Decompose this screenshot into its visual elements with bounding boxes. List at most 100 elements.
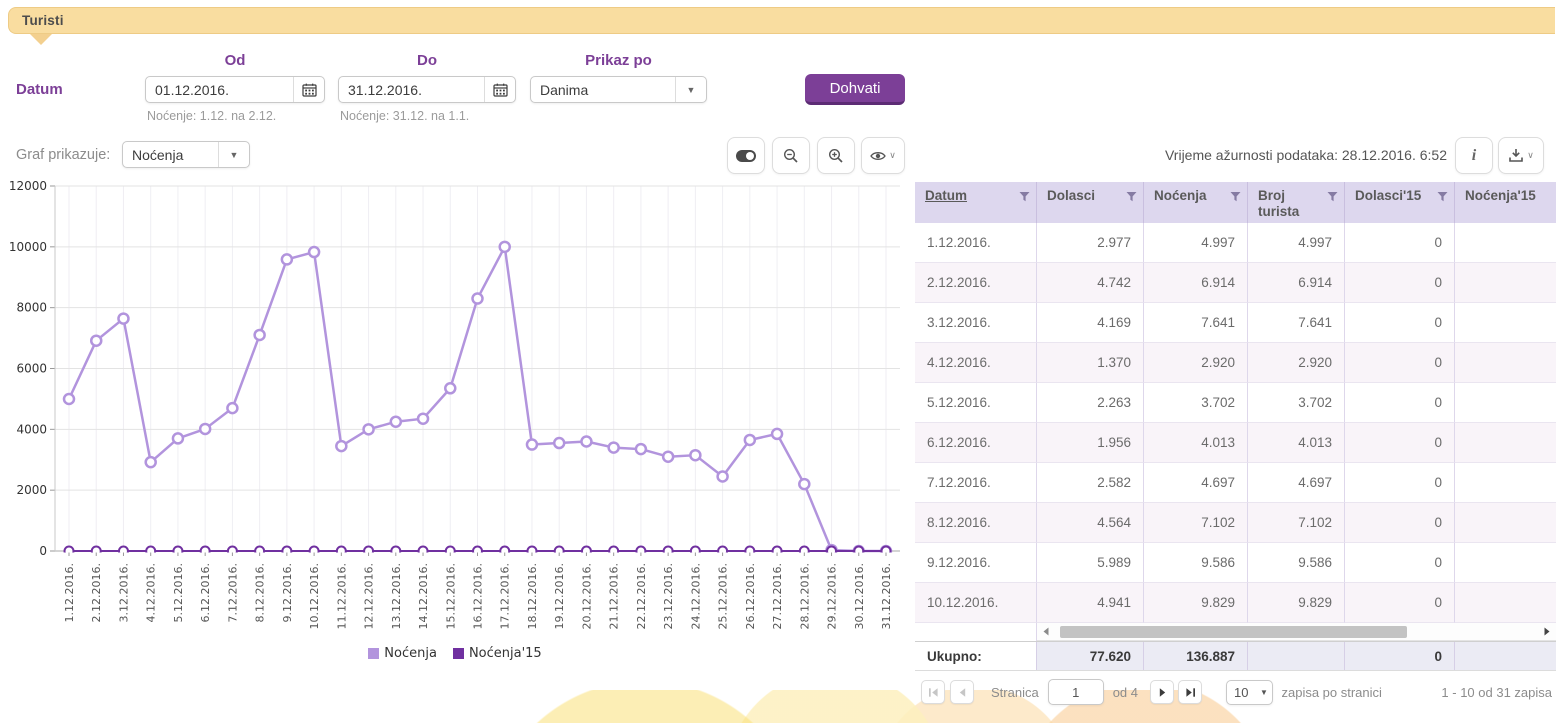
table-cell: 2.977 xyxy=(1037,223,1144,263)
table-row[interactable]: 9.12.2016.5.9899.5869.5860 xyxy=(915,543,1556,583)
chart-toggle-button[interactable] xyxy=(727,137,765,174)
date-to-calendar-button[interactable] xyxy=(484,77,515,102)
date-from-value: 01.12.2016. xyxy=(146,82,293,98)
date-from-input[interactable]: 01.12.2016. xyxy=(145,76,325,103)
zoom-out-button[interactable] xyxy=(772,137,810,174)
filter-icon[interactable] xyxy=(1126,191,1137,202)
table-cell xyxy=(1455,383,1556,423)
table-cell: 1.956 xyxy=(1037,423,1144,463)
svg-text:11.12.2016.: 11.12.2016. xyxy=(335,563,348,629)
zoom-in-button[interactable] xyxy=(817,137,855,174)
table-row[interactable]: 2.12.2016.4.7426.9146.9140 xyxy=(915,263,1556,303)
table-cell: 9.829 xyxy=(1144,583,1248,623)
data-point xyxy=(636,444,646,454)
last-page-button[interactable] xyxy=(1178,680,1202,704)
page-input[interactable] xyxy=(1048,679,1104,705)
svg-text:4000: 4000 xyxy=(16,422,47,436)
data-point xyxy=(309,247,319,257)
table-row[interactable]: 7.12.2016.2.5824.6974.6970 xyxy=(915,463,1556,503)
filter-icon[interactable] xyxy=(1327,191,1338,202)
svg-text:6.12.2016.: 6.12.2016. xyxy=(199,563,212,622)
table-cell: 4.564 xyxy=(1037,503,1144,543)
scroll-left-icon[interactable] xyxy=(1040,627,1052,636)
date-to-input[interactable]: 31.12.2016. xyxy=(338,76,516,103)
download-button[interactable]: ∨ xyxy=(1498,137,1544,174)
legend-item[interactable]: Noćenja xyxy=(368,646,437,661)
column-header-col2[interactable]: Noćenja xyxy=(1144,182,1248,223)
table-cell: 10.12.2016. xyxy=(915,583,1037,623)
prikaz-po-select[interactable]: Danima ▼ xyxy=(530,76,707,103)
table-row[interactable]: 4.12.2016.1.3702.9202.9200 xyxy=(915,343,1556,383)
table-cell xyxy=(1455,543,1556,583)
column-header-datum[interactable]: Datum xyxy=(915,182,1037,223)
info-button[interactable]: i xyxy=(1455,137,1493,174)
horizontal-scrollbar[interactable] xyxy=(1037,623,1556,641)
legend-item[interactable]: Noćenja'15 xyxy=(453,646,542,661)
data-point xyxy=(799,479,809,489)
column-header-label: Noćenja xyxy=(1154,188,1207,203)
date-from-calendar-button[interactable] xyxy=(293,77,324,102)
line-chart: 0200040006000800010000120001.12.2016.2.1… xyxy=(0,178,910,643)
table-row[interactable]: 8.12.2016.4.5647.1027.1020 xyxy=(915,503,1556,543)
svg-text:9.12.2016.: 9.12.2016. xyxy=(281,563,294,622)
data-point xyxy=(64,394,74,404)
column-header-col5[interactable]: Noćenja'15 xyxy=(1455,182,1556,223)
series-visibility-button[interactable]: ∨ xyxy=(861,137,905,174)
filter-icon[interactable] xyxy=(1437,191,1448,202)
scrollbar-thumb[interactable] xyxy=(1060,626,1407,638)
zoom-out-icon xyxy=(783,148,799,164)
footer-label: Ukupno: xyxy=(915,642,1037,670)
column-header-col4[interactable]: Dolasci'15 xyxy=(1345,182,1455,223)
filter-icon[interactable] xyxy=(1230,191,1241,202)
data-point xyxy=(527,440,537,450)
svg-text:2.12.2016.: 2.12.2016. xyxy=(90,563,103,622)
table-cell: 0 xyxy=(1345,303,1455,343)
svg-text:13.12.2016.: 13.12.2016. xyxy=(390,563,403,629)
table-cell: 9.829 xyxy=(1248,583,1345,623)
data-point xyxy=(336,441,346,451)
prev-page-button xyxy=(950,680,974,704)
dohvati-button[interactable]: Dohvati xyxy=(805,74,905,105)
next-page-button[interactable] xyxy=(1150,680,1174,704)
scrollbar-spacer xyxy=(915,623,1037,641)
table-row[interactable]: 10.12.2016.4.9419.8299.8290 xyxy=(915,583,1556,623)
graf-prikazuje-label: Graf prikazuje: xyxy=(16,147,110,163)
table-cell: 3.702 xyxy=(1144,383,1248,423)
table-cell: 0 xyxy=(1345,503,1455,543)
page-size-select[interactable]: 10 ▼ xyxy=(1226,680,1273,705)
prikaz-po-value: Danima xyxy=(531,82,675,98)
graf-prikazuje-select[interactable]: Noćenja ▼ xyxy=(122,141,250,168)
graf-prikazuje-value: Noćenja xyxy=(123,147,218,163)
download-icon xyxy=(1508,148,1524,163)
table-cell xyxy=(1455,263,1556,303)
first-page-button xyxy=(921,680,945,704)
footer-total-cell: 77.620 xyxy=(1037,642,1144,670)
pagination-bar: Stranica od 4 10 ▼ zapisa po stranici 1 … xyxy=(915,678,1552,706)
table-cell xyxy=(1455,423,1556,463)
zoom-in-icon xyxy=(828,148,844,164)
table-cell: 6.914 xyxy=(1144,263,1248,303)
svg-text:22.12.2016.: 22.12.2016. xyxy=(635,563,648,629)
table-cell: 3.702 xyxy=(1248,383,1345,423)
table-row[interactable]: 6.12.2016.1.9564.0134.0130 xyxy=(915,423,1556,463)
svg-text:29.12.2016.: 29.12.2016. xyxy=(826,563,839,629)
table-row[interactable]: 3.12.2016.4.1697.6417.6410 xyxy=(915,303,1556,343)
table-cell: 4.697 xyxy=(1144,463,1248,503)
svg-text:6000: 6000 xyxy=(16,362,47,376)
data-point xyxy=(282,254,292,264)
tab-pointer xyxy=(30,34,52,45)
column-header-col1[interactable]: Dolasci xyxy=(1037,182,1144,223)
tab-turisti[interactable]: Turisti xyxy=(8,7,1555,34)
svg-text:7.12.2016.: 7.12.2016. xyxy=(226,563,239,622)
table-row[interactable]: 5.12.2016.2.2633.7023.7020 xyxy=(915,383,1556,423)
scrollbar-track[interactable] xyxy=(1052,626,1541,638)
app-screen: Turisti Od Do Prikaz po Datum 01.12.2016… xyxy=(0,0,1556,723)
table-row[interactable]: 1.12.2016.2.9774.9974.9970 xyxy=(915,223,1556,263)
svg-text:5.12.2016.: 5.12.2016. xyxy=(172,563,185,622)
filter-icon[interactable] xyxy=(1019,191,1030,202)
svg-text:10000: 10000 xyxy=(9,240,47,254)
table-cell: 0 xyxy=(1345,263,1455,303)
column-header-col3[interactable]: Broj turista xyxy=(1248,182,1345,223)
scroll-right-icon[interactable] xyxy=(1541,627,1553,636)
table-header-row: DatumDolasci Noćenja Broj turistaDolasci'1… xyxy=(915,182,1556,223)
